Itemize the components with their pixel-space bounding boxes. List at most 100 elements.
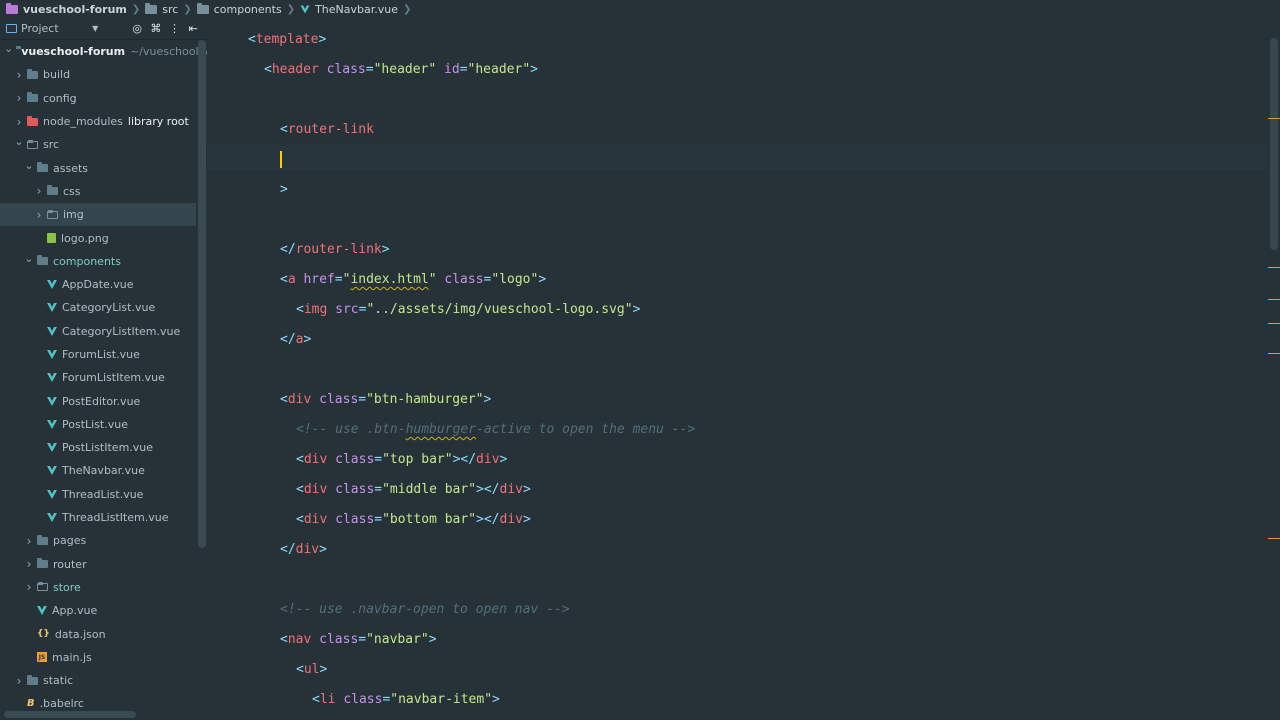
code-editor[interactable]: <template> <header class="header" id="hea… (207, 18, 1280, 720)
chevron-right-icon[interactable]: › (14, 91, 24, 105)
tree-item-appdate-vue[interactable]: AppDate.vue (0, 273, 196, 296)
tree-item-static[interactable]: › static (0, 669, 196, 692)
tree-item-main-js[interactable]: JS main.js (0, 646, 196, 669)
chevron-down-icon[interactable]: ⌄ (24, 252, 34, 265)
code-token: = (358, 632, 367, 647)
code-token: class (335, 482, 375, 497)
chevron-right-icon[interactable]: › (24, 557, 34, 571)
gutter-warning-mark[interactable] (1268, 352, 1280, 354)
code-token: "top bar" (382, 452, 453, 467)
tree-item-posteditor-vue[interactable]: PostEditor.vue (0, 389, 196, 412)
chevron-right-icon[interactable]: › (14, 68, 24, 82)
tree-item-node-modules[interactable]: › node_modules library root (0, 110, 196, 133)
tree-item-label: build (43, 68, 71, 82)
project-view-selector[interactable]: Project (6, 22, 92, 35)
tree-item-components[interactable]: ⌄ components (0, 250, 196, 273)
tree-item-forumlistitem-vue[interactable]: ForumListItem.vue (0, 366, 196, 389)
code-token: > (318, 32, 327, 47)
vue-file-icon (37, 606, 47, 616)
tree-item-thenavbar-vue[interactable]: TheNavbar.vue (0, 459, 196, 482)
tree-item-src[interactable]: ⌄ src (0, 133, 196, 156)
chevron-down-icon[interactable]: ⌄ (24, 159, 34, 172)
code-token: -active to open the menu --> (476, 422, 696, 437)
code-line: > (248, 175, 695, 205)
code-content[interactable]: <template> <header class="header" id="hea… (248, 25, 695, 715)
tree-item-img[interactable]: › img (0, 203, 196, 227)
chevron-right-icon[interactable]: › (24, 580, 34, 594)
tree-item-store[interactable]: › store (0, 576, 196, 599)
source-folder-icon (47, 209, 58, 219)
gutter-warning-mark[interactable] (1268, 267, 1280, 269)
tree-item-label: CategoryList.vue (62, 301, 156, 315)
chevron-down-icon[interactable]: ⌄ (4, 42, 13, 55)
sidebar-horizontal-scrollbar[interactable] (4, 711, 136, 718)
tree-item-vueschool-forum[interactable]: ⌄ vueschool-forum ~/vueschool/v (0, 40, 207, 63)
code-token: div (499, 512, 523, 527)
vue-file-icon (47, 396, 57, 406)
breadcrumb-item[interactable]: vueschool-forum (6, 2, 127, 16)
chevron-down-icon[interactable]: ⌄ (14, 135, 24, 148)
tree-item-data-json[interactable]: {} data.json (0, 622, 196, 645)
code-token: " (428, 272, 437, 287)
tree-item-assets[interactable]: ⌄ assets (0, 156, 196, 179)
tree-item-categorylist-vue[interactable]: CategoryList.vue (0, 296, 196, 319)
chevron-right-icon[interactable]: › (14, 115, 24, 129)
code-token: </ (483, 512, 500, 527)
code-token: > (523, 482, 531, 497)
tree-item-categorylistitem-vue[interactable]: CategoryListItem.vue (0, 320, 196, 343)
code-token: "middle bar" (382, 482, 477, 497)
tree-item-logo-png[interactable]: logo.png (0, 226, 196, 249)
collapse-icon[interactable]: ⌘ (148, 22, 164, 35)
chevron-right-icon[interactable]: › (24, 534, 34, 548)
folder-icon (27, 92, 38, 103)
image-file-icon (47, 233, 56, 244)
code-token: div (287, 392, 320, 407)
folder-icon (47, 185, 58, 196)
breadcrumb-item[interactable]: src (145, 2, 179, 16)
code-token: > (538, 272, 547, 287)
breadcrumb-label: src (162, 2, 179, 16)
tree-item-css[interactable]: › css (0, 180, 196, 203)
code-token: > (492, 692, 500, 707)
editor-vertical-scrollbar[interactable] (1270, 38, 1278, 250)
text-cursor (280, 151, 282, 168)
code-token: </ (280, 542, 296, 557)
vue-file-icon (47, 373, 57, 383)
tree-item-hint: library root (127, 115, 189, 129)
code-line: </router-link> (248, 235, 695, 265)
chevron-right-icon[interactable]: › (34, 184, 44, 198)
tree-item-threadlist-vue[interactable]: ThreadList.vue (0, 483, 196, 506)
tree-item-forumlist-vue[interactable]: ForumList.vue (0, 343, 196, 366)
chevron-down-icon[interactable]: ▼ (92, 24, 98, 33)
gutter-warning-mark[interactable] (1268, 323, 1280, 325)
tree-item-postlistitem-vue[interactable]: PostListItem.vue (0, 436, 196, 459)
breadcrumb-separator-icon: ❯ (403, 3, 412, 15)
tree-item-label: CategoryListItem.vue (62, 324, 181, 338)
tree-item-router[interactable]: › router (0, 553, 196, 576)
tree-item-app-vue[interactable]: App.vue (0, 599, 196, 622)
folder-icon (196, 2, 209, 14)
code-token: > (303, 332, 312, 347)
code-token: = (365, 62, 374, 77)
tree-item-postlist-vue[interactable]: PostList.vue (0, 413, 196, 436)
tree-item-threadlistitem-vue[interactable]: ThreadListItem.vue (0, 506, 196, 529)
gutter-warning-mark[interactable] (1268, 298, 1280, 300)
tree-item-build[interactable]: › build (0, 63, 196, 86)
chevron-right-icon[interactable]: › (14, 674, 24, 688)
breadcrumb-separator-icon: ❯ (286, 3, 296, 15)
gutter-warning-mark[interactable] (1268, 538, 1280, 540)
sidebar-vertical-scrollbar[interactable] (198, 40, 206, 548)
code-line: <img src="../assets/img/vueschool-logo.s… (248, 295, 695, 325)
breadcrumb-item[interactable]: components (196, 2, 282, 16)
breadcrumb-item[interactable]: TheNavbar.vue (300, 3, 398, 16)
code-token: href (303, 272, 335, 287)
target-icon[interactable]: ◎ (129, 22, 145, 35)
code-token: header (271, 62, 327, 77)
code-line: <!-- use .navbar-open to open nav --> (248, 595, 695, 625)
hide-icon[interactable]: ⇤ (185, 22, 201, 35)
tree-item-config[interactable]: › config (0, 87, 196, 110)
more-icon[interactable]: ⋮ (167, 22, 183, 35)
gutter-warning-mark[interactable] (1268, 118, 1280, 120)
tree-item-pages[interactable]: › pages (0, 529, 196, 552)
chevron-right-icon[interactable]: › (34, 208, 44, 222)
